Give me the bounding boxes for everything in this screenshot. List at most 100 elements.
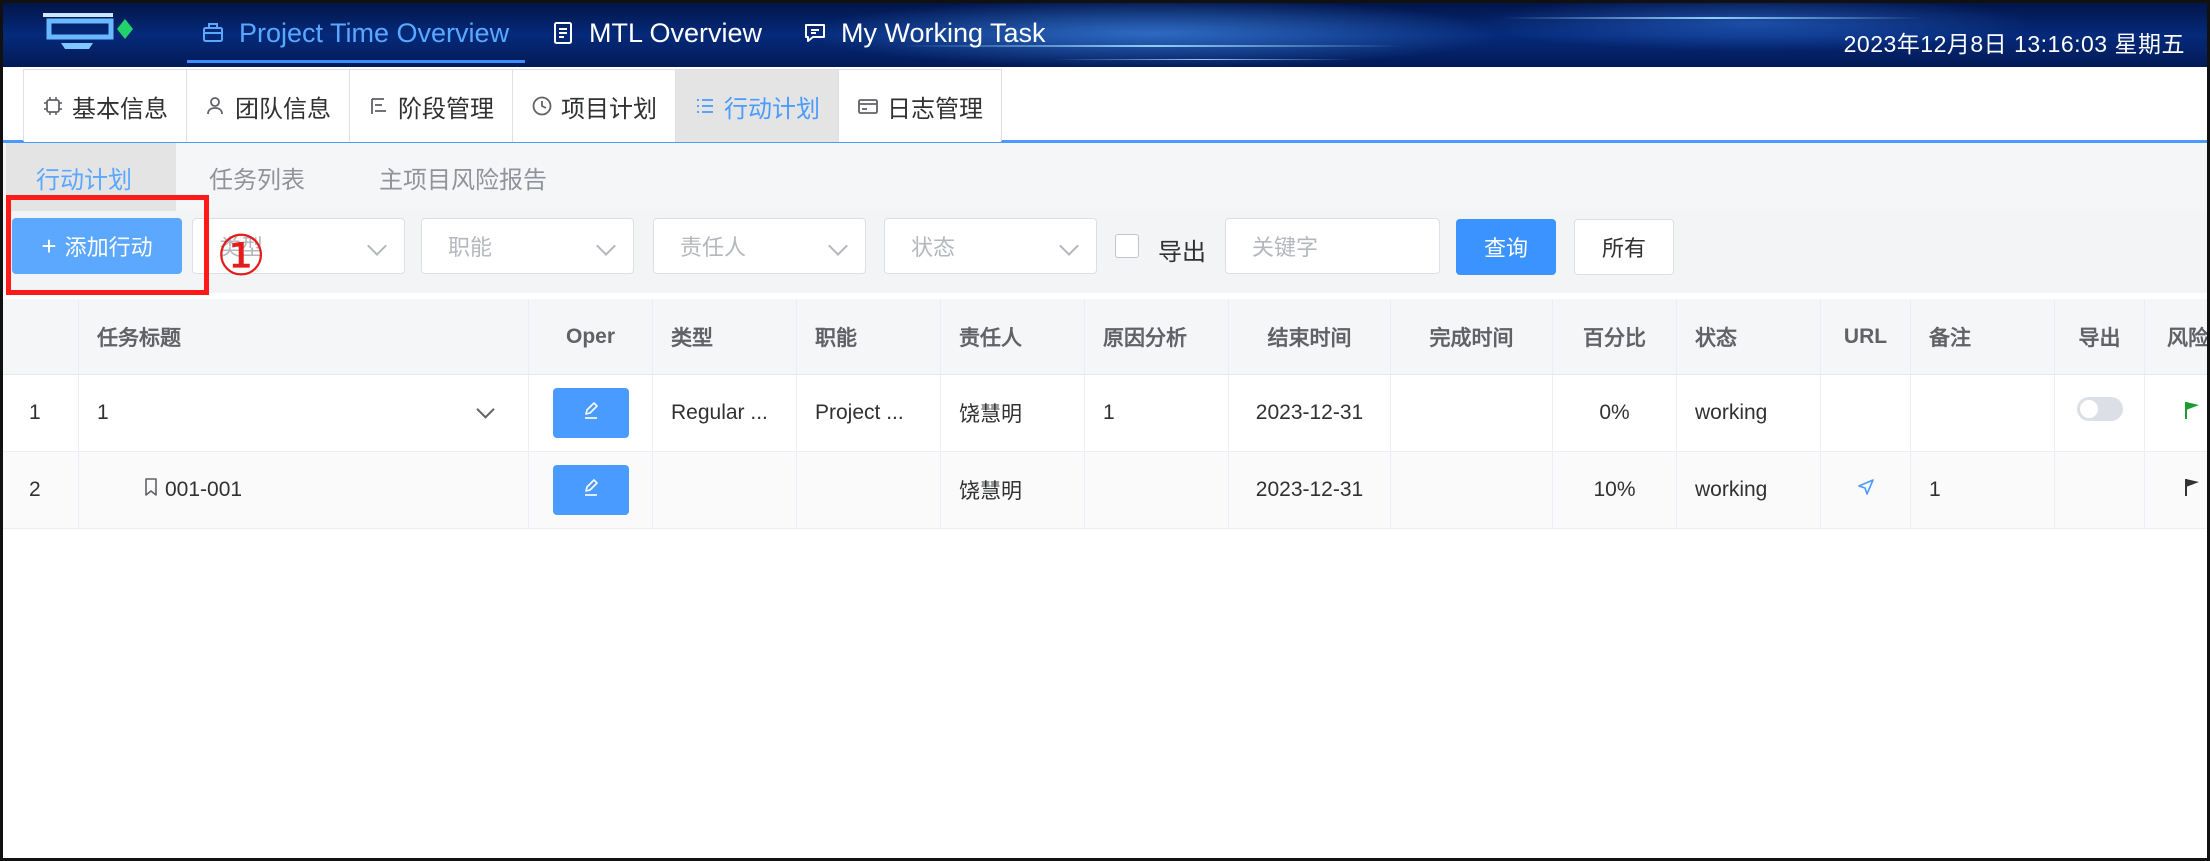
tab-label: 行动计划 <box>724 95 820 123</box>
row-title: 001-001 <box>79 452 529 528</box>
col-url: URL <box>1821 299 1911 374</box>
col-owner[interactable]: 责任人 <box>941 299 1085 374</box>
chip-icon <box>42 95 64 117</box>
all-button[interactable]: 所有 <box>1574 219 1674 275</box>
row-owner: 饶慧明 <box>941 375 1085 451</box>
row-percent: 10% <box>1553 452 1677 528</box>
nav-label: MTL Overview <box>589 17 763 48</box>
row-status: working <box>1677 452 1821 528</box>
col-title[interactable]: 任务标题 <box>79 299 529 374</box>
send-icon[interactable] <box>1856 477 1876 503</box>
table-row[interactable]: 1 1 Regular ... Project ... 饶慧明 1 2023-1… <box>3 375 2207 452</box>
flag-icon[interactable] <box>2183 400 2201 426</box>
tab-basic-info[interactable]: 基本信息 <box>24 70 187 142</box>
row-index: 1 <box>3 375 79 451</box>
logo <box>43 9 143 53</box>
row-end-time: 2023-12-31 <box>1229 375 1391 451</box>
highlight-box <box>6 195 209 295</box>
step-marker: ① <box>216 224 267 289</box>
row-title: 1 <box>79 375 529 451</box>
row-risk <box>2145 375 2207 451</box>
chevron-down-icon <box>367 236 387 256</box>
flag-icon[interactable] <box>2183 477 2201 503</box>
table-row[interactable]: 2 001-001 饶慧明 2023-12-31 10% working 1 <box>3 452 2207 529</box>
owner-select[interactable]: 责任人 <box>653 218 866 274</box>
top-header: Project Time Overview MTL Overview My Wo… <box>3 3 2207 67</box>
export-checkbox[interactable] <box>1115 234 1139 258</box>
card-icon <box>857 95 879 117</box>
clock-icon <box>531 95 553 117</box>
module-tab-bar: 基本信息 团队信息 阶段管理 项目计划 行动计划 日志管理 <box>3 67 2207 143</box>
chevron-down-icon <box>1059 236 1079 256</box>
nav-project-time-overview[interactable]: Project Time Overview <box>186 3 526 63</box>
row-export <box>2055 375 2145 451</box>
row-status: working <box>1677 375 1821 451</box>
row-function <box>797 452 941 528</box>
nav-label: Project Time Overview <box>239 17 510 48</box>
row-type: Regular ... <box>653 375 797 451</box>
nav-my-working-task[interactable]: My Working Task <box>803 3 1046 63</box>
subtab-risk-report[interactable]: 主项目风险报告 <box>349 143 577 211</box>
row-url <box>1821 452 1911 528</box>
col-risk: 风险 <box>2145 299 2207 374</box>
row-cause: 1 <box>1085 375 1229 451</box>
list-icon <box>694 95 716 117</box>
keyword-input[interactable]: 关键字 <box>1225 218 1440 274</box>
chevron-down-icon <box>596 236 616 256</box>
row-remark: 1 <box>1911 452 2055 528</box>
edit-button[interactable] <box>552 465 629 515</box>
row-risk <box>2145 452 2207 528</box>
col-export: 导出 <box>2055 299 2145 374</box>
col-percent[interactable]: 百分比 <box>1553 299 1677 374</box>
row-url <box>1821 375 1911 451</box>
tab-action-plan[interactable]: 行动计划 <box>676 70 839 142</box>
stages-icon <box>368 95 390 117</box>
export-toggle[interactable] <box>2076 397 2123 421</box>
document-icon <box>551 21 575 45</box>
briefcase-icon <box>201 21 225 45</box>
tab-stage-management[interactable]: 阶段管理 <box>350 70 513 142</box>
row-done-time <box>1391 452 1553 528</box>
tab-label: 日志管理 <box>887 95 983 123</box>
tab-project-plan[interactable]: 项目计划 <box>513 70 676 142</box>
nav-label: My Working Task <box>841 17 1046 48</box>
edit-button[interactable] <box>552 388 629 438</box>
tab-log-management[interactable]: 日志管理 <box>839 70 1001 142</box>
row-type <box>653 452 797 528</box>
row-done-time <box>1391 375 1553 451</box>
edit-icon <box>581 400 601 426</box>
edit-icon <box>581 477 601 503</box>
chevron-down-icon[interactable] <box>476 400 495 419</box>
query-button[interactable]: 查询 <box>1456 219 1556 275</box>
tab-label: 基本信息 <box>72 95 168 123</box>
title-text: 001-001 <box>165 478 243 501</box>
nav-mtl-overview[interactable]: MTL Overview <box>551 3 762 63</box>
oper-cell <box>529 375 653 451</box>
col-remark[interactable]: 备注 <box>1911 299 2055 374</box>
app-window: Project Time Overview MTL Overview My Wo… <box>0 0 2210 861</box>
user-icon <box>205 95 227 117</box>
input-placeholder: 关键字 <box>1252 235 1319 260</box>
tab-team-info[interactable]: 团队信息 <box>187 70 350 142</box>
col-status[interactable]: 状态 <box>1677 299 1821 374</box>
status-select[interactable]: 状态 <box>884 218 1097 274</box>
col-function[interactable]: 职能 <box>797 299 941 374</box>
row-index: 2 <box>3 452 79 528</box>
row-owner: 饶慧明 <box>941 452 1085 528</box>
col-done-time[interactable]: 完成时间 <box>1391 299 1553 374</box>
chevron-down-icon <box>828 236 848 256</box>
col-cause[interactable]: 原因分析 <box>1085 299 1229 374</box>
tab-label: 项目计划 <box>561 95 657 123</box>
row-remark <box>1911 375 2055 451</box>
select-placeholder: 职能 <box>448 235 493 260</box>
select-placeholder: 责任人 <box>680 235 747 260</box>
function-select[interactable]: 职能 <box>421 218 634 274</box>
title-text: 1 <box>97 401 109 424</box>
col-type[interactable]: 类型 <box>653 299 797 374</box>
col-index <box>3 299 79 374</box>
col-end-time[interactable]: 结束时间 <box>1229 299 1391 374</box>
col-oper: Oper <box>529 299 653 374</box>
bookmark-icon <box>143 477 159 503</box>
sub-tab-bar: 行动计划 任务列表 主项目风险报告 <box>3 143 2207 211</box>
row-end-time: 2023-12-31 <box>1229 452 1391 528</box>
